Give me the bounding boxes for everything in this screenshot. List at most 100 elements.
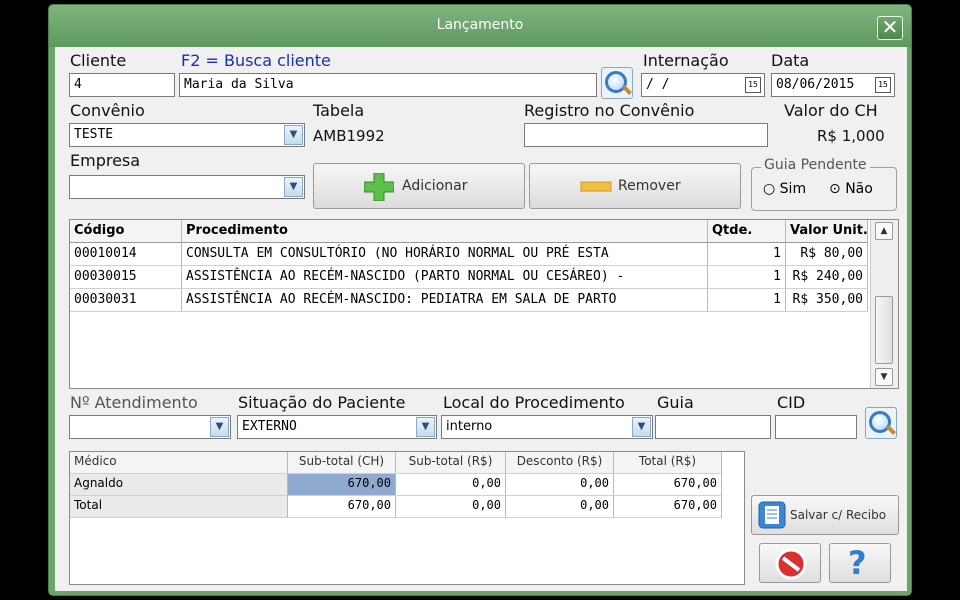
- header-qtde[interactable]: Qtde.: [708, 220, 786, 243]
- help-button[interactable]: ?: [829, 543, 891, 583]
- header-procedimento[interactable]: Procedimento: [182, 220, 708, 243]
- cell-codigo: 00010014: [70, 243, 182, 266]
- atendimento-label: Nº Atendimento: [70, 393, 198, 412]
- remover-label: Remover: [618, 178, 681, 194]
- cancel-button[interactable]: [759, 543, 821, 583]
- cell-subtotal-rs: 0,00: [396, 496, 506, 518]
- cell-procedimento: ASSISTÊNCIA AO RECÉM-NASCIDO (PARTO NORM…: [182, 266, 708, 289]
- guia-sim-radio[interactable]: ○ Sim: [763, 181, 806, 197]
- cell-qtde: 1: [708, 289, 786, 312]
- table-row[interactable]: 00030031 ASSISTÊNCIA AO RECÉM-NASCIDO: P…: [70, 289, 898, 312]
- table-row[interactable]: Total 670,00 0,00 0,00 670,00: [70, 496, 744, 518]
- scroll-down-icon[interactable]: ▼: [875, 368, 893, 386]
- internacao-value: / /: [646, 77, 670, 92]
- chevron-down-icon[interactable]: ▼: [210, 417, 229, 437]
- convenio-value: TESTE: [74, 127, 114, 142]
- registro-label: Registro no Convênio: [524, 101, 695, 120]
- header-total: Total (R$): [614, 452, 722, 474]
- guia-field[interactable]: [655, 415, 771, 439]
- close-button[interactable]: ✕: [877, 16, 903, 40]
- header-subtotal-rs: Sub-total (R$): [396, 452, 506, 474]
- cell-codigo: 00030031: [70, 289, 182, 312]
- guia-sim-label: Sim: [779, 181, 807, 197]
- adicionar-button[interactable]: Adicionar: [313, 163, 525, 209]
- tabela-label: Tabela: [313, 101, 365, 120]
- chevron-down-icon[interactable]: ▼: [284, 125, 303, 145]
- guia-pendente-label: Guia Pendente: [761, 157, 870, 173]
- calendar-icon[interactable]: 15: [875, 77, 891, 93]
- valor-ch-value: R$ 1,000: [817, 127, 885, 145]
- radio-checked-icon: ⊙: [829, 181, 841, 197]
- summary-header-row: Médico Sub-total (CH) Sub-total (R$) Des…: [70, 452, 744, 474]
- title-bar[interactable]: Lançamento ✕: [49, 5, 911, 47]
- adicionar-label: Adicionar: [402, 178, 468, 194]
- table-row[interactable]: 00030015 ASSISTÊNCIA AO RECÉM-NASCIDO (P…: [70, 266, 898, 289]
- internacao-date-field[interactable]: / / 15: [641, 73, 765, 97]
- cell-valor: R$ 80,00: [786, 243, 868, 266]
- form-body: Cliente F2 = Busca cliente Internação Da…: [55, 47, 907, 591]
- remover-button[interactable]: Remover: [529, 163, 741, 209]
- header-desconto: Desconto (R$): [506, 452, 614, 474]
- buscar-cliente-button[interactable]: [601, 67, 633, 99]
- cell-valor: R$ 240,00: [786, 266, 868, 289]
- cell-total: 670,00: [614, 496, 722, 518]
- internacao-label: Internação: [643, 51, 729, 70]
- situacao-label: Situação do Paciente: [238, 393, 406, 412]
- chevron-down-icon[interactable]: ▼: [416, 417, 435, 437]
- local-label: Local do Procedimento: [443, 393, 625, 412]
- lancamento-window: Lançamento ✕ Cliente F2 = Busca cliente …: [48, 4, 912, 596]
- procedures-scrollbar[interactable]: ▲ ▼: [870, 220, 898, 388]
- salvar-recibo-button[interactable]: Salvar c/ Recibo: [751, 495, 899, 535]
- empresa-label: Empresa: [70, 151, 141, 170]
- chevron-down-icon[interactable]: ▼: [284, 177, 303, 197]
- guia-nao-label: Não: [845, 181, 873, 197]
- stop-icon: [775, 548, 807, 580]
- cell-desconto[interactable]: 0,00: [506, 474, 614, 496]
- header-valor[interactable]: Valor Unit.: [786, 220, 868, 243]
- local-value: interno: [446, 419, 493, 434]
- cell-subtotal-rs[interactable]: 0,00: [396, 474, 506, 496]
- procedures-header-row: Código Procedimento Qtde. Valor Unit.: [70, 220, 898, 243]
- cell-medico: Agnaldo: [70, 474, 288, 496]
- cell-subtotal-ch: 670,00: [288, 496, 396, 518]
- cell-codigo: 00030015: [70, 266, 182, 289]
- buscar-cid-button[interactable]: [865, 407, 897, 439]
- procedures-table: Código Procedimento Qtde. Valor Unit. 00…: [69, 219, 899, 389]
- table-row[interactable]: Agnaldo 670,00 0,00 0,00 670,00: [70, 474, 744, 496]
- cid-field[interactable]: [775, 415, 857, 439]
- cell-qtde: 1: [708, 243, 786, 266]
- cell-qtde: 1: [708, 266, 786, 289]
- document-icon: [758, 501, 786, 529]
- cell-valor: R$ 350,00: [786, 289, 868, 312]
- registro-field[interactable]: [524, 123, 768, 147]
- cell-subtotal-ch[interactable]: 670,00: [288, 474, 396, 496]
- local-select[interactable]: interno ▼: [441, 415, 653, 439]
- convenio-select[interactable]: TESTE ▼: [69, 123, 305, 147]
- guia-nao-radio[interactable]: ⊙ Não: [829, 181, 873, 197]
- header-codigo[interactable]: Código: [70, 220, 182, 243]
- summary-table: Médico Sub-total (CH) Sub-total (R$) Des…: [69, 451, 745, 585]
- cell-total: 670,00: [614, 474, 722, 496]
- guia-label: Guia: [657, 393, 694, 412]
- chevron-down-icon[interactable]: ▼: [632, 417, 651, 437]
- scroll-up-icon[interactable]: ▲: [875, 222, 893, 240]
- table-row[interactable]: 00010014 CONSULTA EM CONSULTÓRIO (NO HOR…: [70, 243, 898, 266]
- cliente-id-field[interactable]: 4: [69, 73, 175, 97]
- scroll-thumb[interactable]: [875, 296, 893, 364]
- cliente-nome-field[interactable]: Maria da Silva: [179, 73, 597, 97]
- busca-cliente-hint: F2 = Busca cliente: [181, 51, 331, 70]
- salvar-label: Salvar c/ Recibo: [790, 508, 887, 522]
- data-value: 08/06/2015: [776, 77, 855, 92]
- valor-ch-label: Valor do CH: [784, 101, 878, 120]
- window-title: Lançamento: [436, 17, 524, 33]
- tabela-value: AMB1992: [313, 127, 385, 145]
- atendimento-select[interactable]: ▼: [69, 415, 231, 439]
- situacao-select[interactable]: EXTERNO ▼: [237, 415, 437, 439]
- data-date-field[interactable]: 08/06/2015 15: [771, 73, 895, 97]
- plus-icon: [364, 173, 394, 201]
- cell-procedimento: CONSULTA EM CONSULTÓRIO (NO HORÁRIO NORM…: [182, 243, 708, 266]
- empresa-select[interactable]: ▼: [69, 175, 305, 199]
- help-icon: ?: [848, 544, 867, 582]
- calendar-icon[interactable]: 15: [745, 77, 761, 93]
- cid-label: CID: [777, 393, 806, 412]
